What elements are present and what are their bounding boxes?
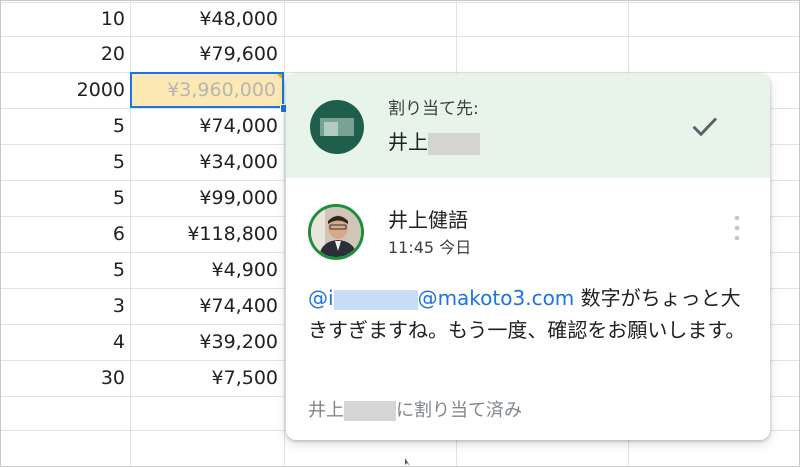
assigned-note-name: 井上 [308,400,344,421]
assignee-name: 井上 [388,126,480,155]
redacted-text [428,132,480,155]
cursor-icon [405,458,410,466]
check-icon[interactable] [686,108,722,144]
redacted-text [333,289,418,310]
comment-body: @i @makoto3.com 数字がちょっと大きすぎますね。もう一度、確認をお願… [308,282,758,346]
assignment-label: 割り当て先: [388,99,479,119]
comment-card[interactable]: 割り当て先: 井上 井上健語 11:45 今日 @i @makoto3.com 数… [286,74,770,440]
more-vert-icon[interactable] [732,212,742,244]
assigned-note-suffix: に割り当て済み [396,400,522,421]
assigned-note: 井上 に割り当て済み [308,396,522,422]
mention-prefix[interactable]: @i [308,286,334,310]
redacted-text [344,401,396,421]
assignee-name-text: 井上 [388,130,428,154]
comment-timestamp: 11:45 今日 [388,238,472,257]
assignee-avatar [310,100,364,154]
assignment-banner: 割り当て先: 井上 [286,74,770,178]
mention-domain[interactable]: @makoto3.com [418,286,575,310]
author-avatar [308,204,364,260]
author-name: 井上健語 [388,208,468,232]
